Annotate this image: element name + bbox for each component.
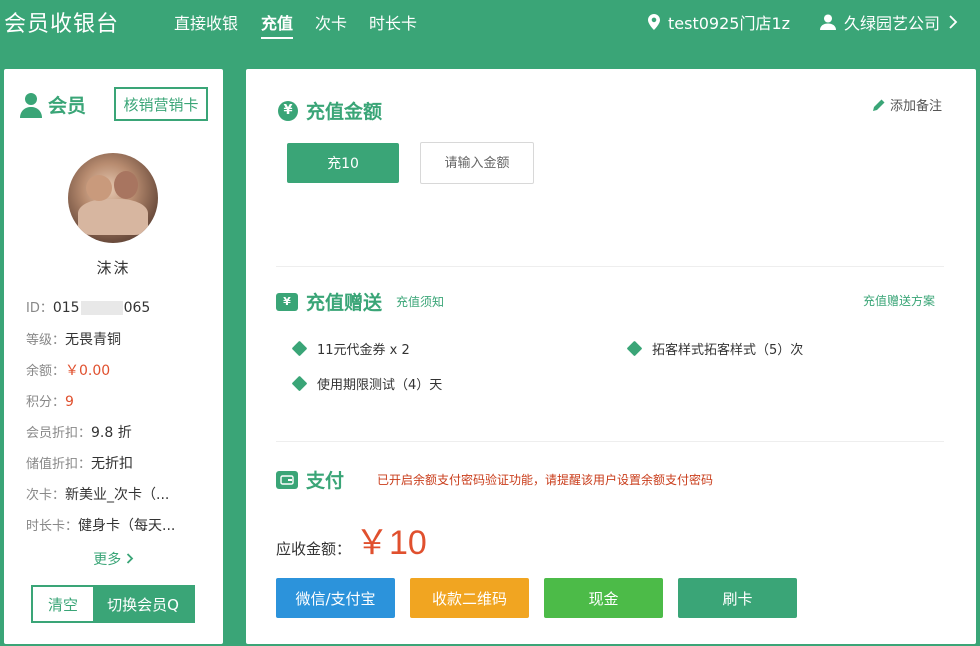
company-name: 久绿园艺公司 [844, 14, 941, 33]
payment-header: 支付 [276, 466, 344, 493]
recharge-gift-title: 充值赠送 [306, 292, 383, 314]
diamond-bullet-icon [291, 375, 308, 392]
divider [276, 266, 944, 267]
ticket-icon: ¥ [276, 292, 298, 311]
member-level-row: 等级：无畏青铜 [26, 329, 121, 349]
top-bar: 会员收银台 直接收银 充值 次卡 时长卡 test0925门店1z 久绿园艺公司 [0, 0, 980, 44]
member-id-label: ID： [26, 301, 53, 316]
member-balance: ￥0.00 [65, 363, 111, 379]
person-icon [20, 92, 42, 118]
more-label: 更多 [93, 552, 122, 568]
card-swipe-button[interactable]: 刷卡 [678, 578, 797, 618]
cash-button[interactable]: 现金 [544, 578, 663, 618]
count-card-label: 次卡： [26, 488, 66, 503]
member-balance-label: 余额： [26, 364, 66, 379]
time-card-row: 时长卡：健身卡（每天... [26, 515, 175, 535]
time-card-value: 健身卡（每天... [78, 518, 176, 534]
receivable-amount: 应收金额： ￥10 [276, 515, 427, 564]
receivable-value: ￥10 [355, 524, 427, 562]
member-discount: 9.8 折 [91, 425, 132, 441]
member-id-suffix: 065 [123, 300, 151, 316]
gift-item-label: 11元代金券 x 2 [317, 343, 410, 358]
gift-item-label: 拓客样式拓客样式（5）次 [652, 343, 804, 358]
gift-item: 使用期限测试（4）天 [291, 374, 443, 393]
recharge-amount-title: 充值金额 [306, 101, 383, 123]
stored-discount-row: 储值折扣：无折扣 [26, 453, 133, 473]
member-header: 会员 [20, 91, 86, 118]
nav-recharge[interactable]: 充值 [261, 10, 294, 39]
company-selector[interactable]: 久绿园艺公司 [820, 10, 958, 34]
member-name: 沫沫 [96, 259, 131, 277]
app-title: 会员收银台 [4, 12, 120, 37]
payment-warning: 已开启余额支付密码验证功能，请提醒该用户设置余额支付密码 [377, 473, 714, 487]
store-name: test0925门店1z [668, 14, 791, 33]
nav-direct-cashier[interactable]: 直接收银 [174, 10, 238, 34]
store-selector[interactable]: test0925门店1z [648, 10, 790, 34]
divider [276, 441, 944, 442]
payment-title: 支付 [306, 470, 345, 492]
stored-discount-label: 储值折扣： [26, 457, 92, 472]
yen-icon: ¥ [278, 100, 298, 121]
user-icon [820, 14, 836, 30]
member-section-title: 会员 [48, 95, 87, 117]
member-actions: 清空 切换会员Q [31, 585, 195, 623]
chevron-right-icon [126, 553, 133, 564]
gift-plan-link[interactable]: 充值赠送方案 [863, 292, 935, 309]
qr-code-button[interactable]: 收款二维码 [410, 578, 529, 618]
more-link[interactable]: 更多 [4, 549, 223, 569]
nav-time-card[interactable]: 时长卡 [369, 10, 417, 34]
member-discount-row: 会员折扣：9.8 折 [26, 422, 132, 442]
member-points-label: 积分： [26, 395, 66, 410]
member-id-row: ID：015 065 [26, 297, 150, 316]
custom-amount-input[interactable] [420, 142, 534, 184]
recharge-amount-header: ¥ 充值金额 [278, 97, 382, 124]
preset-amount-button[interactable]: 充10 [287, 143, 399, 183]
add-note-link[interactable]: 添加备注 [872, 95, 942, 114]
gift-item: 11元代金券 x 2 [291, 339, 410, 358]
switch-member-button[interactable]: 切换会员Q [93, 587, 193, 621]
chevron-right-icon [949, 15, 958, 29]
add-note-label: 添加备注 [890, 99, 943, 114]
id-redaction [80, 301, 123, 315]
diamond-bullet-icon [626, 340, 643, 357]
count-card-value: 新美业_次卡（... [65, 487, 170, 503]
redeem-marketing-card-button[interactable]: 核销营销卡 [114, 87, 208, 121]
gift-item: 拓客样式拓客样式（5）次 [626, 339, 804, 358]
count-card-row: 次卡：新美业_次卡（... [26, 484, 169, 504]
diamond-bullet-icon [291, 340, 308, 357]
wechat-alipay-button[interactable]: 微信/支付宝 [276, 578, 395, 618]
member-level: 无畏青铜 [65, 332, 122, 348]
gift-item-label: 使用期限测试（4）天 [317, 378, 443, 393]
member-balance-row: 余额：￥0.00 [26, 360, 110, 380]
time-card-label: 时长卡： [26, 519, 79, 534]
member-points: 9 [65, 394, 74, 410]
member-id-prefix: 015 [52, 300, 80, 316]
member-points-row: 积分：9 [26, 391, 74, 410]
avatar [68, 153, 158, 243]
receivable-label: 应收金额： [276, 540, 352, 558]
nav-count-card[interactable]: 次卡 [315, 10, 347, 34]
clear-button[interactable]: 清空 [33, 587, 93, 621]
wallet-icon [276, 470, 298, 489]
recharge-panel: ¥ 充值金额 添加备注 充10 ¥ 充值赠送 充值须知 充值赠送方案 11元代金… [246, 69, 976, 644]
stored-discount: 无折扣 [91, 456, 134, 472]
member-panel: 会员 核销营销卡 沫沫 ID：015 065 等级：无畏青铜 余额：￥0.00 积… [4, 69, 223, 644]
pencil-icon [873, 99, 885, 111]
recharge-gift-header: ¥ 充值赠送 充值须知 [276, 288, 444, 315]
member-discount-label: 会员折扣： [26, 426, 92, 441]
member-level-label: 等级： [26, 333, 66, 348]
recharge-notice-link[interactable]: 充值须知 [396, 293, 444, 310]
location-pin-icon [648, 14, 660, 30]
